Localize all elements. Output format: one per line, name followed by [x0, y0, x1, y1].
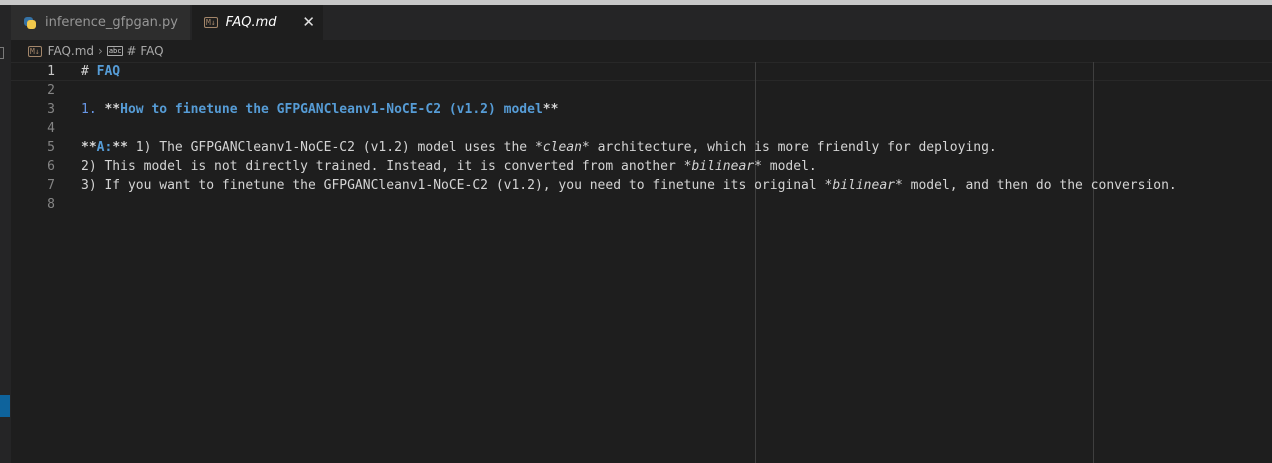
line-number: 2 [47, 83, 55, 98]
code-token: ** [104, 102, 121, 117]
code-token: 1) The GFPGANCleanv1-NoCE-C2 (v1.2) mode… [135, 140, 535, 155]
line-number: 6 [47, 159, 55, 174]
code-token: # [81, 64, 97, 79]
code-token: architecture, which is more friendly for… [589, 140, 997, 155]
editor-tab-bar: inference_gfpgan.py M↓ FAQ.md ✕ [11, 5, 1272, 40]
line-content: # FAQ [81, 64, 120, 79]
editor-line[interactable]: 7 3) If you want to finetune the GFPGANCl… [11, 176, 1272, 195]
line-number: 4 [47, 121, 55, 136]
breadcrumb-symbol[interactable]: # FAQ [126, 44, 163, 58]
editor-line[interactable]: 8 [11, 195, 1272, 214]
code-token: model. [761, 159, 817, 174]
code-editor[interactable]: 1 # FAQ 2 3 1. **How to finetune the GFPGANC… [11, 62, 1272, 463]
code-token: 2) This model is not directly trained. I… [81, 159, 684, 174]
editor-line[interactable]: 1 # FAQ [11, 62, 1272, 81]
close-icon[interactable]: ✕ [302, 13, 315, 31]
code-token: A: [96, 140, 113, 155]
code-token: 1. [81, 102, 105, 117]
activity-bar [0, 5, 11, 463]
tab-inference-gfpgan[interactable]: inference_gfpgan.py [11, 5, 191, 40]
editor-line[interactable]: 2 [11, 81, 1272, 100]
line-content: 3) If you want to finetune the GFPGANCle… [81, 178, 1177, 193]
code-token: ** [81, 140, 97, 155]
editor-line[interactable]: 4 [11, 119, 1272, 138]
markdown-icon: M↓ [204, 17, 218, 28]
line-number: 7 [47, 178, 55, 193]
breadcrumb: M↓ FAQ.md › abc # FAQ [11, 40, 1272, 62]
code-token: ** [112, 140, 136, 155]
tab-label: inference_gfpgan.py [45, 15, 178, 30]
panel-edge-marker [0, 47, 4, 59]
breadcrumb-file[interactable]: FAQ.md [48, 44, 94, 58]
string-symbol-icon: abc [106, 46, 124, 56]
chevron-right-icon: › [98, 44, 103, 58]
line-number: 1 [47, 64, 55, 79]
line-content: **A:** 1) The GFPGANCleanv1-NoCE-C2 (v1.… [81, 140, 997, 155]
line-number: 5 [47, 140, 55, 155]
line-content: 2) This model is not directly trained. I… [81, 159, 817, 174]
code-token: *clean* [534, 140, 590, 155]
code-token: 3) If you want to finetune the GFPGANCle… [81, 178, 825, 193]
line-number: 3 [47, 102, 55, 117]
code-token: *bilinear* [683, 159, 762, 174]
editor-line[interactable]: 5 **A:** 1) The GFPGANCleanv1-NoCE-C2 (v1… [11, 138, 1272, 157]
line-number: 8 [47, 197, 55, 212]
code-token: How to finetune the GFPGANCleanv1-NoCE-C… [120, 102, 543, 117]
code-token: *bilinear* [824, 178, 903, 193]
tab-label: FAQ.md [225, 15, 277, 30]
tab-faq-md[interactable]: M↓ FAQ.md ✕ [192, 5, 323, 40]
code-token: ** [542, 102, 559, 117]
editor-line[interactable]: 3 1. **How to finetune the GFPGANCleanv1-… [11, 100, 1272, 119]
python-icon [23, 16, 37, 30]
line-content: 1. **How to finetune the GFPGANCleanv1-N… [81, 102, 558, 117]
editor-line[interactable]: 6 2) This model is not directly trained. … [11, 157, 1272, 176]
activity-indicator[interactable] [0, 395, 10, 417]
code-token: FAQ [96, 64, 121, 79]
markdown-icon: M↓ [28, 45, 42, 57]
code-token: model, and then do the conversion. [902, 178, 1177, 193]
